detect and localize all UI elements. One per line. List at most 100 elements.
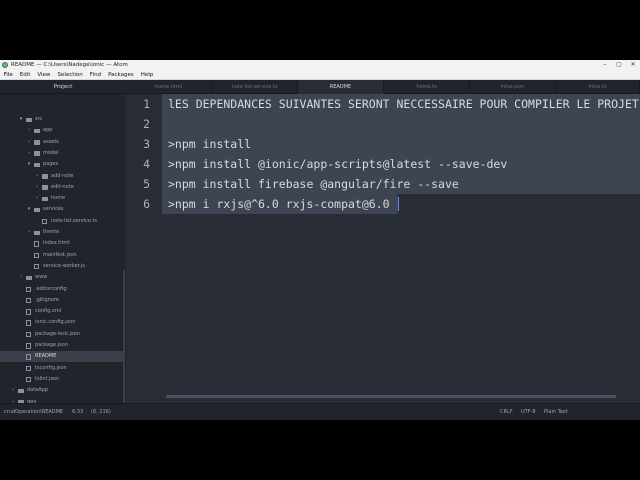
status-cursor-position[interactable]: 6:33 [72,404,83,420]
folder-icon [26,275,32,281]
code-line: 6 >npm i rxjs@^6.0 rxjs-compat@6.0 [126,194,640,214]
tree-item-label: src [35,116,43,122]
tab-readme[interactable]: README [298,80,384,94]
chevron-right-icon[interactable]: › [26,148,32,159]
tree-folder[interactable]: ▾ services [0,204,124,215]
folder-icon [34,140,40,145]
chevron-down-icon[interactable]: ▾ [18,114,24,125]
tree-folder[interactable]: › theme [0,227,124,238]
file-icon [26,320,31,326]
line-number: 2 [143,117,150,131]
minimize-button[interactable]: – [598,60,612,70]
atom-app-icon [2,62,8,68]
tab-home-html[interactable]: home.html [126,80,212,94]
tree-item-label: package-lock.json [35,330,80,337]
tree-folder[interactable]: › home [0,193,124,204]
tree-item-label: app [43,127,53,134]
tree-item-label: services [43,206,64,213]
chevron-down-icon[interactable]: ▾ [26,159,32,170]
chevron-right-icon[interactable]: › [34,193,40,204]
status-line-ending[interactable]: CRLF [500,404,513,420]
line-number: 5 [143,177,150,191]
chevron-right-icon[interactable]: › [34,182,40,193]
close-button[interactable]: ✕ [626,60,640,70]
tree-file[interactable]: ionic.config.json [0,317,124,328]
status-file-path[interactable]: crudOperation\README [4,404,63,420]
tree-file[interactable]: .gitignore [0,295,124,306]
status-grammar[interactable]: Plain Text [544,404,568,420]
letterbox-top [0,0,640,60]
file-icon [34,252,39,259]
tree-item-label: dateApp [27,387,49,394]
folder-icon [26,117,32,122]
tree-file[interactable]: tslint.json [0,374,124,385]
chevron-down-icon[interactable]: ▾ [26,204,32,215]
tree-folder[interactable]: › dateApp [0,385,124,396]
tree-file[interactable]: .editorconfig [0,284,124,295]
menu-file[interactable]: File [0,70,16,80]
maximize-button[interactable]: ▢ [612,60,626,70]
menu-bar: File Edit View Selection Find Packages Help [0,70,640,80]
menu-find[interactable]: Find [86,70,104,80]
menu-selection[interactable]: Selection [54,70,86,80]
folder-icon [34,151,40,156]
file-icon [26,354,31,360]
file-icon [26,297,31,304]
chevron-right-icon[interactable]: › [26,137,32,148]
tree-folder[interactable]: › edit-note [0,182,124,193]
tree-folder[interactable]: › app [0,125,124,136]
window-title: README — C:\Users\Nadege\ionic — Atom [11,62,128,68]
chevron-right-icon[interactable]: › [18,272,24,283]
tree-item-label: add-note [51,172,74,179]
horizontal-scrollbar[interactable] [166,395,616,398]
tree-file[interactable]: service-worker.js [0,261,124,272]
tree-file[interactable]: package.json [0,340,124,351]
menu-help[interactable]: Help [137,70,157,80]
tab-home-ts[interactable]: home.ts [384,80,470,94]
tree-file[interactable]: manifest.json [0,250,124,261]
tree-file[interactable]: package-lock.json [0,329,124,340]
tree-folder[interactable]: › assets [0,137,124,148]
tree-folder[interactable]: › www [0,272,124,283]
tree-item-label: service-worker.js [43,262,85,269]
tab-infos-json[interactable]: infos.json [470,80,556,94]
tree-folder[interactable]: › add-note [0,171,124,182]
tree-file[interactable]: tsconfig.json [0,363,124,374]
title-bar: README — C:\Users\Nadege\ionic — Atom – … [0,60,640,70]
file-icon [34,263,39,270]
chevron-right-icon[interactable]: › [26,227,32,238]
tree-item-label: model [43,149,59,156]
line-text: >npm install [168,137,252,151]
menu-edit[interactable]: Edit [16,70,34,80]
line-number: 3 [143,137,150,151]
file-icon [26,365,31,372]
tree-folder[interactable]: ▾ src [0,114,124,125]
tab-infos-ts[interactable]: infos.ts [556,80,640,94]
tree-folder[interactable]: › model [0,148,124,159]
tab-note-list-service[interactable]: note-list.service.ts [212,80,298,94]
tree-item-label: edit-note [51,183,74,190]
tree-item-label: pages [43,161,59,168]
status-selection-count[interactable]: (6, 216) [91,404,111,420]
line-text: lES DEPENDANCES SUIVANTES SERONT NECCESS… [168,97,639,111]
code-line: 2 [126,114,640,134]
tree-scrollbar[interactable] [123,270,125,403]
chevron-right-icon[interactable]: › [34,171,40,182]
tree-item-label: home [51,195,66,202]
status-bar: crudOperation\README 6:33 (6, 216) CRLF … [0,403,640,420]
status-encoding[interactable]: UTF-8 [521,404,536,420]
tree-file[interactable]: note-list.service.ts [0,216,124,227]
tree-file[interactable]: README [0,351,124,363]
text-editor[interactable]: 1 lES DEPENDANCES SUIVANTES SERONT NECCE… [126,94,640,403]
line-text: >npm install @ionic/app-scripts@latest -… [168,157,508,171]
tree-item-label: theme [43,229,60,235]
tree-file[interactable]: index.html [0,238,124,249]
chevron-right-icon[interactable]: › [10,385,16,396]
tree-item-label: .gitignore [35,296,59,303]
chevron-right-icon[interactable]: › [26,125,32,136]
tree-folder[interactable]: ▾ pages [0,159,124,170]
menu-packages[interactable]: Packages [105,70,138,80]
menu-view[interactable]: View [34,70,54,80]
tree-file[interactable]: config.xml [0,306,124,317]
line-number: 6 [143,197,150,211]
